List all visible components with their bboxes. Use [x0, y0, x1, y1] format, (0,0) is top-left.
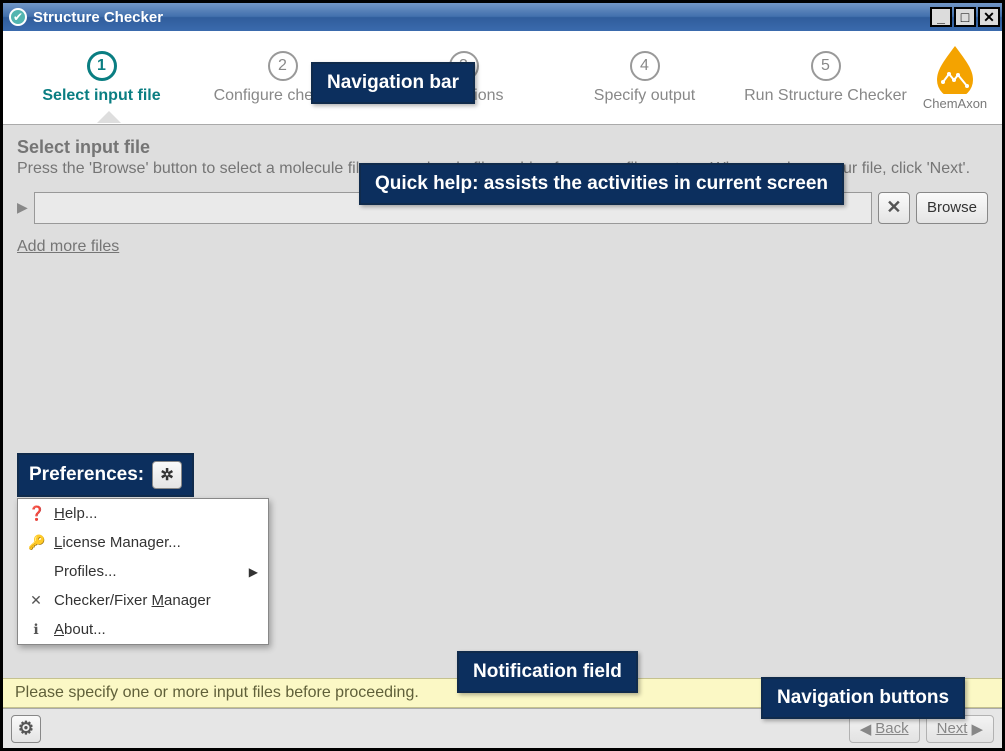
key-icon: 🔑 [28, 534, 44, 551]
chemaxon-logo: ChemAxon [916, 44, 994, 111]
menu-item-license[interactable]: 🔑 License Manager... [18, 528, 268, 557]
preferences-gear-button[interactable]: ✲ [152, 461, 182, 489]
annotation-preferences: Preferences: ✲ [17, 453, 194, 497]
add-more-files-link[interactable]: Add more files [17, 238, 119, 256]
nav-step-4[interactable]: 4 Specify output [554, 51, 735, 105]
step-circle: 1 [87, 51, 117, 81]
step-circle: 4 [630, 51, 660, 81]
annotation-notification: Notification field [457, 651, 638, 693]
gear-icon: ✲ [160, 465, 173, 485]
arrow-left-icon: ◀ [860, 720, 872, 738]
browse-button[interactable]: Browse [916, 192, 988, 224]
menu-item-checker-manager[interactable]: ✕ Checker/Fixer Manager [18, 586, 268, 615]
annotation-navbuttons: Navigation buttons [761, 677, 965, 719]
preferences-menu: ❓ Help... 🔑 License Manager... • Profile… [17, 498, 269, 645]
maximize-button[interactable]: □ [954, 7, 976, 27]
step-label: Select input file [42, 87, 160, 105]
help-title: Select input file [17, 137, 988, 158]
menu-item-about[interactable]: ℹ About... [18, 615, 268, 644]
app-window: ✔ Structure Checker _ □ ✕ 1 Select input… [0, 0, 1005, 751]
help-icon: ❓ [28, 505, 44, 522]
annotation-navbar: Navigation bar [311, 62, 475, 104]
close-icon: ✕ [886, 197, 901, 218]
titlebar: ✔ Structure Checker _ □ ✕ [3, 3, 1002, 31]
wizard-nav: 1 Select input file 2 Configure checkers… [3, 31, 1002, 125]
menu-item-help[interactable]: ❓ Help... [18, 499, 268, 528]
app-icon: ✔ [9, 8, 27, 26]
expand-icon[interactable]: ▶ [17, 199, 28, 216]
logo-text: ChemAxon [923, 96, 987, 111]
notification-text: Please specify one or more input files b… [15, 684, 419, 702]
minimize-button[interactable]: _ [930, 7, 952, 27]
menu-item-profiles[interactable]: • Profiles... ▶ [18, 557, 268, 586]
preferences-button[interactable]: ⚙ [11, 715, 41, 743]
submenu-arrow-icon: ▶ [249, 565, 258, 579]
window-title: Structure Checker [33, 9, 163, 26]
step-circle: 2 [268, 51, 298, 81]
close-button[interactable]: ✕ [978, 7, 1000, 27]
preferences-label: Preferences: [29, 464, 144, 486]
active-step-arrow [97, 111, 121, 123]
step-label: Specify output [594, 87, 695, 105]
gear-icon: ⚙ [18, 718, 34, 739]
tools-icon: ✕ [28, 592, 44, 609]
annotation-quickhelp: Quick help: assists the activities in cu… [359, 163, 844, 205]
nav-step-1[interactable]: 1 Select input file [11, 51, 192, 105]
nav-step-5[interactable]: 5 Run Structure Checker [735, 51, 916, 105]
step-circle: 5 [811, 51, 841, 81]
arrow-right-icon: ▶ [971, 720, 983, 738]
clear-input-button[interactable]: ✕ [878, 192, 910, 224]
step-label: Run Structure Checker [744, 87, 907, 105]
info-icon: ℹ [28, 621, 44, 638]
